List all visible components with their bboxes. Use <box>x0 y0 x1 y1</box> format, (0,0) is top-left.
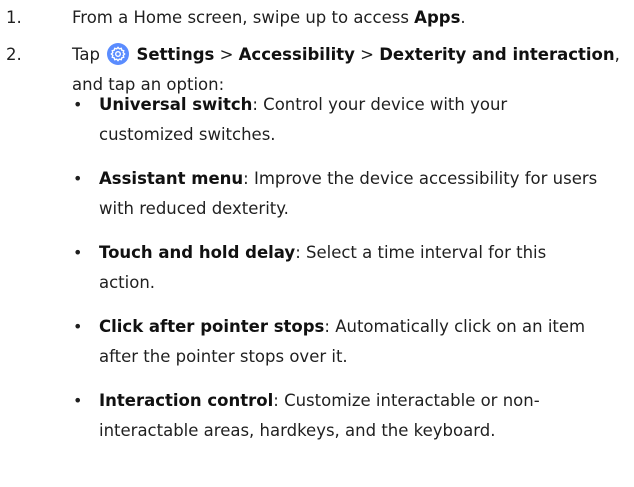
comma: , <box>614 45 620 64</box>
apps-label: Apps <box>414 8 461 27</box>
accessibility-label: Accessibility <box>238 45 355 64</box>
option-desc: : Select a time interval for this <box>295 243 547 262</box>
option-desc: : Control your device with your <box>252 95 508 114</box>
separator: > <box>219 45 234 64</box>
list-item: • Interaction control: Customize interac… <box>72 386 627 446</box>
bullet-icon: • <box>73 317 83 336</box>
list-item: • Universal switch: Control your device … <box>72 90 627 150</box>
instructions-page: 1. From a Home screen, swipe up to acces… <box>0 0 634 487</box>
option-desc: : Improve the device accessibility for u… <box>243 169 598 188</box>
dexterity-label: Dexterity and interaction <box>379 45 615 64</box>
list-item: • Assistant menu: Improve the device acc… <box>72 164 627 224</box>
settings-gear-icon <box>107 43 130 65</box>
settings-label: Settings <box>136 45 215 64</box>
step-1-text: From a Home screen, swipe up to access A… <box>72 6 617 30</box>
option-desc-cont: interactable areas, hardkeys, and the ke… <box>99 421 496 440</box>
separator: > <box>360 45 374 64</box>
step-2-line-1: Tap Settings > Accessibility > Dexterity… <box>72 40 620 70</box>
option-title: Interaction control <box>99 391 274 410</box>
step-1-suffix: . <box>460 8 466 27</box>
options-list: • Universal switch: Control your device … <box>72 90 627 446</box>
bullet-icon: • <box>73 243 83 262</box>
option-desc: : Customize interactable or non- <box>273 391 540 410</box>
option-title: Click after pointer stops <box>99 317 325 336</box>
bullet-icon: • <box>73 391 83 410</box>
tap-word: Tap <box>72 45 100 64</box>
step-number: 2. <box>6 45 22 64</box>
option-desc-cont: action. <box>99 273 156 292</box>
bullet-icon: • <box>73 95 83 114</box>
option-desc: : Automatically click on an item <box>324 317 586 336</box>
option-title: Assistant menu <box>99 169 244 188</box>
option-desc-cont: with reduced dexterity. <box>99 199 289 218</box>
list-item: • Click after pointer stops: Automatical… <box>72 312 627 372</box>
option-desc-cont: after the pointer stops over it. <box>99 347 348 366</box>
bullet-icon: • <box>73 169 83 188</box>
option-desc-cont: customized switches. <box>99 125 276 144</box>
step-1: 1. From a Home screen, swipe up to acces… <box>0 6 634 30</box>
option-title: Universal switch <box>99 95 253 114</box>
step-number: 1. <box>6 8 22 27</box>
option-title: Touch and hold delay <box>99 243 296 262</box>
step-1-prefix: From a Home screen, swipe up to access <box>72 8 415 27</box>
list-item: • Touch and hold delay: Select a time in… <box>72 238 627 298</box>
